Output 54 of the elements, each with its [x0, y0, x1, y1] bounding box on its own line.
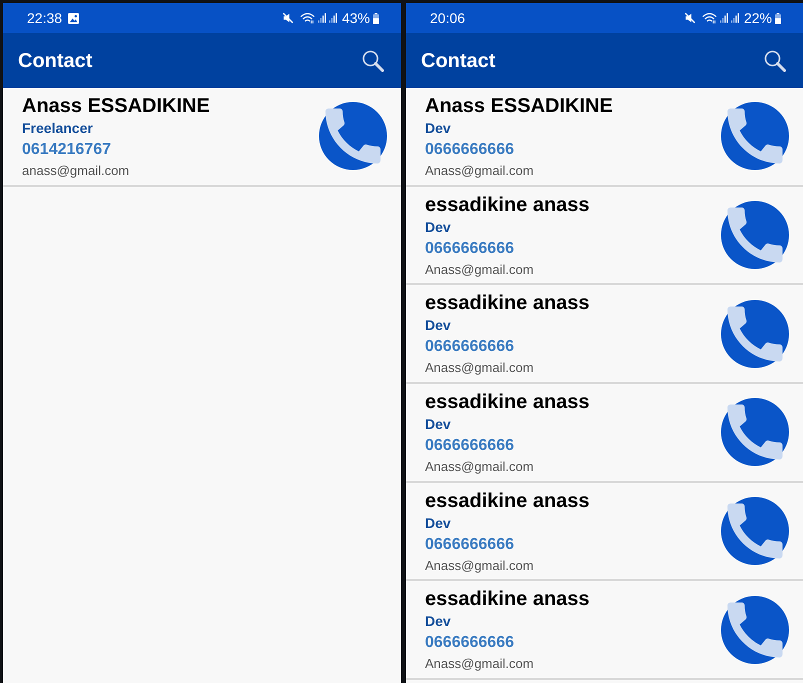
contact-role: Dev: [425, 218, 451, 237]
phone-icon[interactable]: [721, 300, 789, 368]
contact-name: essadikine anass: [425, 488, 590, 513]
email-address: Anass@gmail.com: [425, 260, 534, 279]
phone-number: 0666666666: [425, 337, 514, 358]
contact-role: Freelancer: [22, 118, 93, 138]
signal-icon: [318, 13, 326, 23]
contact-name: Anass ESSADIKINE: [425, 94, 613, 118]
email-address: anass@gmail.com: [22, 162, 130, 180]
phone-number: 0614216767: [22, 140, 111, 160]
phone-number: 0666666666: [425, 534, 514, 555]
phone-number: 0666666666: [425, 238, 514, 259]
phone-number: 0666666666: [425, 140, 514, 160]
search-icon[interactable]: [362, 50, 384, 72]
phone-icon[interactable]: [319, 102, 387, 170]
battery-percent: 43%: [342, 10, 370, 26]
email-address: Anass@gmail.com: [425, 458, 534, 476]
status-time: 20:06: [430, 10, 466, 26]
app-title: Contact: [421, 48, 496, 72]
phone-icon[interactable]: [721, 497, 789, 566]
search-icon[interactable]: [764, 50, 786, 72]
contact-role: Dev: [425, 612, 451, 632]
mute-icon: [684, 12, 696, 24]
contact-name: essadikine anass: [425, 390, 590, 414]
contact-role: Dev: [425, 118, 451, 138]
app-title: Contact: [18, 48, 92, 72]
status-time: 22:38: [27, 10, 62, 26]
signal-icon: [720, 13, 728, 23]
battery-icon: [373, 12, 379, 24]
contact-name: essadikine anass: [425, 587, 590, 612]
email-address: Anass@gmail.com: [425, 556, 534, 575]
phone-icon[interactable]: [721, 398, 789, 466]
wifi-icon: [300, 12, 315, 24]
contact-role: Dev: [425, 316, 451, 336]
phone-number: 0666666666: [425, 633, 514, 654]
phone-icon[interactable]: [721, 102, 789, 170]
phone-icon[interactable]: [721, 596, 789, 664]
contact-name: Anass ESSADIKINE: [22, 94, 210, 118]
battery-percent: 22%: [744, 10, 772, 26]
mute-icon: [282, 12, 294, 24]
email-address: Anass@gmail.com: [425, 162, 534, 180]
image-icon: [68, 12, 80, 24]
email-address: Anass@gmail.com: [425, 655, 534, 674]
phone-number: 0666666666: [425, 436, 514, 456]
contact-role: Dev: [425, 414, 451, 434]
wifi-icon: [702, 12, 717, 24]
contact-name: essadikine anass: [425, 192, 590, 217]
signal-icon: [328, 13, 337, 23]
contact-role: Dev: [425, 514, 451, 533]
signal-icon: [730, 13, 739, 23]
email-address: Anass@gmail.com: [425, 359, 534, 378]
contact-name: essadikine anass: [425, 291, 590, 316]
phone-icon[interactable]: [721, 201, 789, 270]
battery-icon: [775, 12, 781, 24]
